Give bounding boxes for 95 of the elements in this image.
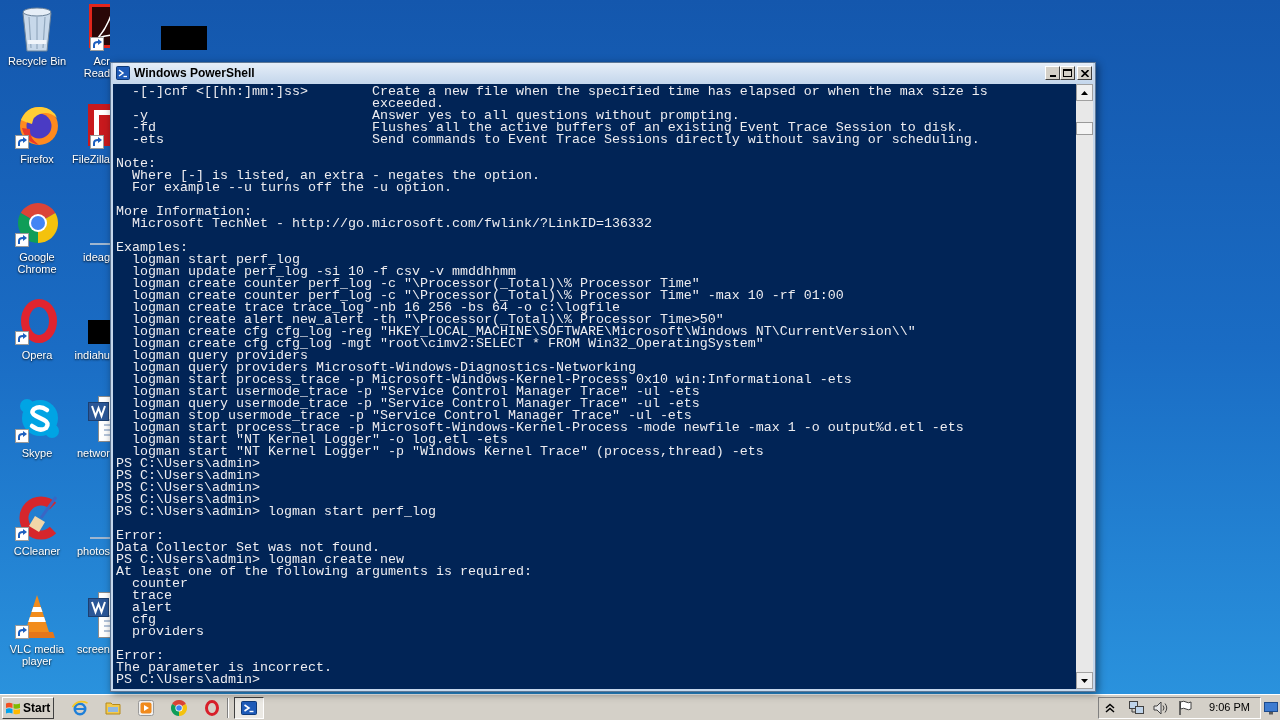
console-line: More Information: [116, 206, 252, 218]
start-button[interactable]: Start [2, 696, 54, 719]
icon-label: Recycle Bin [7, 55, 67, 67]
console-line: Error: [116, 530, 164, 542]
console-line: logman stop usermode_trace -p "Service Control Manager Trace" -ul -ets [131, 410, 692, 422]
console-line: logman query providers [131, 350, 308, 362]
console-line: logman update perf_log -si 10 -f csv -v mmddhhmm [131, 266, 516, 278]
console-line: Note: [116, 158, 156, 170]
console-line: logman create alert new_alert -th "\Processor(_Total)\% Processor Time>50" [131, 314, 724, 326]
console-line: logman create counter perf_log -c "\Processor(_Total)\% Processor Time" -max 10 -rf 01:00 [131, 290, 844, 302]
console-line: -y Answer yes to all questions without prompting. [131, 110, 740, 122]
icon-label: CCleaner [13, 545, 61, 557]
icon-label: Skype [21, 447, 53, 459]
chrome-icon[interactable] [15, 203, 58, 247]
console-line: Microsoft TechNet - http://go.microsoft.com/fwlink/?LinkID=136332 [131, 218, 652, 230]
reader-app-icon[interactable] [89, 4, 110, 51]
close-icon [1080, 69, 1089, 77]
icon-label: Acr Read [83, 55, 110, 79]
minimize-icon [1049, 75, 1056, 77]
console-line: logman start process_trace -p Microsoft-Windows-Kernel-Process -mode newfile -max 1 -o output%d.etl -ets [131, 422, 964, 434]
icon-label: screen [76, 643, 110, 655]
console-line: The parameter is incorrect. [116, 662, 332, 674]
caret-up-icon [1081, 90, 1088, 95]
console-line: -[-]cnf <[[hh:]mm:]ss> Create a new file when the specified time has elapsed or when the max size is [131, 86, 988, 98]
console-line: PS C:\Users\admin> logman start perf_log [116, 506, 436, 518]
icon-label: ideag [83, 251, 110, 263]
console-line: providers [131, 626, 204, 638]
console-line: -fd Flushes all the active buffers of an existing Event Trace Session to disk. [131, 122, 964, 134]
console-line: trace [131, 590, 172, 602]
chrome-icon[interactable] [171, 699, 187, 716]
scroll-down-button[interactable] [1076, 672, 1093, 689]
icon-label: Opera [21, 349, 53, 361]
icon-label: Google Chrome [17, 251, 57, 275]
maximize-icon [1063, 69, 1072, 77]
console-line: logman query usermode_trace -p "Service Control Manager Trace" -ul -ets [131, 398, 700, 410]
volume-icon[interactable] [1153, 699, 1170, 716]
console-line: logman start usermode_trace -p "Service Control Manager Trace" -ul -ets [131, 386, 700, 398]
console-line: PS C:\Users\admin> [116, 482, 260, 494]
icon-label: VLC media player [9, 643, 65, 667]
opera-icon[interactable] [15, 299, 57, 345]
console-line: Data Collector Set was not found. [116, 542, 380, 554]
console-line: PS C:\Users\admin> [116, 458, 260, 470]
console-line: logman start perf_log [132, 254, 300, 266]
console-line: Error: [116, 650, 164, 662]
windows-logo-icon [5, 700, 21, 715]
firefox-icon[interactable] [15, 106, 59, 149]
maximize-button[interactable] [1060, 66, 1075, 80]
console-line: alert [131, 602, 172, 614]
ccleaner-icon[interactable] [15, 496, 57, 541]
window-title: Windows PowerShell [134, 65, 255, 82]
icon-label: indiahu [74, 349, 110, 361]
console-line: PS C:\Users\admin> [116, 494, 260, 506]
close-button[interactable] [1077, 66, 1092, 80]
console-line: -ets Send commands to Event Trace Sessions directly without saving or scheduling. [131, 134, 980, 146]
console-line: PS C:\Users\admin> logman create new [116, 554, 404, 566]
scrollbar-thumb[interactable] [1076, 122, 1093, 135]
console-line: logman start process_trace -p Microsoft-Windows-Kernel-Process 0x10 win:Informational -ets [131, 374, 852, 386]
terminal-icon [241, 699, 257, 716]
console-line: Where [-] is listed, an extra - negates the option. [131, 170, 540, 182]
console-line: logman start "NT Kernel Logger" -p "Windows Kernel Trace" (process,thread) -ets [132, 446, 764, 458]
console-line: logman create trace trace_log -nb 16 256 -bs 64 -o c:\logfile [131, 302, 620, 314]
console-line: PS C:\Users\admin> [116, 674, 260, 686]
console-line: logman create counter perf_log -c "\Processor(_Total)\% Processor Time" [131, 278, 700, 290]
console-line: Examples: [116, 242, 188, 254]
icon-label: Firefox [20, 153, 54, 165]
taskbar-button[interactable] [234, 696, 264, 719]
console-line: cfg [131, 614, 156, 626]
console-line: logman start "NT Kernel Logger" -o log.etl -ets [131, 434, 508, 446]
chevron-up-icon[interactable] [1105, 702, 1116, 713]
skype-icon[interactable] [15, 399, 59, 443]
recycle-bin-icon[interactable] [22, 7, 52, 52]
browser-icon[interactable] [72, 699, 88, 716]
terminal-icon [116, 66, 130, 80]
scroll-up-button[interactable] [1076, 84, 1093, 101]
console-line: counter [131, 578, 188, 590]
show-desktop-icon[interactable] [1264, 700, 1278, 715]
minimize-button[interactable] [1045, 66, 1060, 80]
icon-label: FileZilla [72, 153, 110, 165]
console-line: PS C:\Users\admin> [116, 470, 260, 482]
network-icon[interactable] [1129, 699, 1146, 716]
clock[interactable]: 9:06 PM [1209, 699, 1250, 716]
console-line: exceeded. [370, 98, 444, 110]
icon-label: networ [76, 447, 110, 459]
console-line: logman create cfg cfg_log -reg "HKEY_LOCAL_MACHINE\SOFTWARE\Microsoft\Windows NT\CurrentVersion\\" [131, 326, 916, 338]
opera-icon[interactable] [204, 699, 220, 716]
console-line: logman create cfg cfg_log -mgt "root\cimv2:SELECT * FROM Win32_OperatingSystem" [131, 338, 764, 350]
caret-down-icon [1081, 678, 1088, 683]
flag-icon[interactable] [1177, 699, 1194, 716]
filezilla-icon[interactable] [88, 104, 110, 149]
icon-label: photos [76, 545, 110, 557]
traffic-cone-icon[interactable] [15, 595, 55, 639]
console-line: At least one of the following arguments is required: [116, 566, 532, 578]
media-player-icon[interactable] [138, 699, 154, 716]
console-line: logman query providers Microsoft-Windows-Diagnostics-Networking [131, 362, 636, 374]
console-line: For example --u turns off the -u option. [131, 182, 452, 194]
